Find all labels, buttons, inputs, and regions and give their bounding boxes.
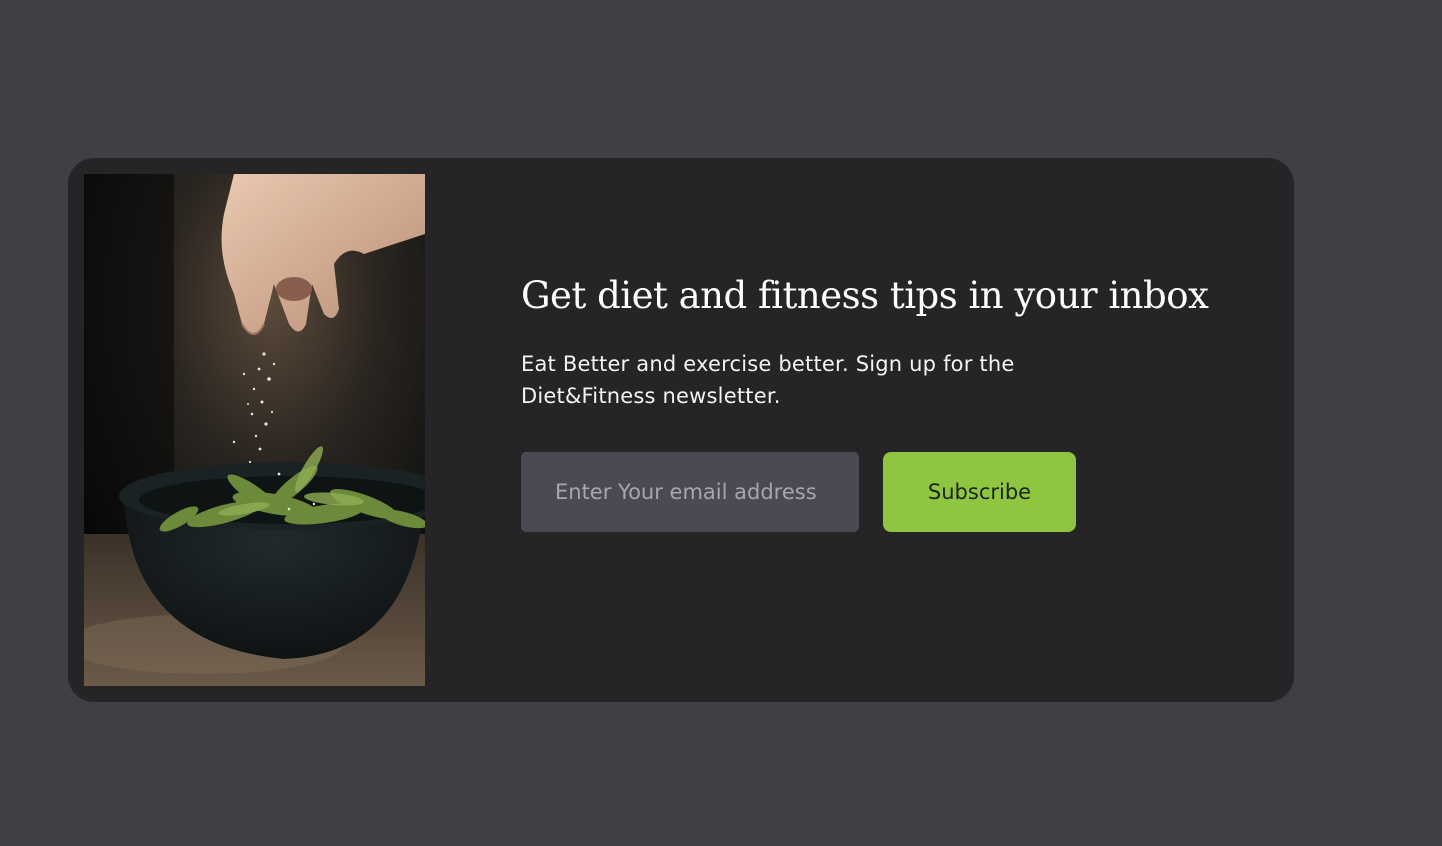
newsletter-description: Eat Better and exercise better. Sign up …: [521, 352, 1015, 409]
food-seasoning-photo: [84, 174, 425, 686]
newsletter-content: Get diet and fitness tips in your inbox …: [521, 274, 1221, 533]
email-input[interactable]: [521, 452, 859, 533]
subscribe-form: Subscribe: [521, 452, 1221, 533]
newsletter-card: Get diet and fitness tips in your inbox …: [68, 158, 1294, 702]
newsletter-title: Get diet and fitness tips in your inbox: [521, 274, 1209, 317]
subscribe-button[interactable]: Subscribe: [883, 452, 1076, 533]
